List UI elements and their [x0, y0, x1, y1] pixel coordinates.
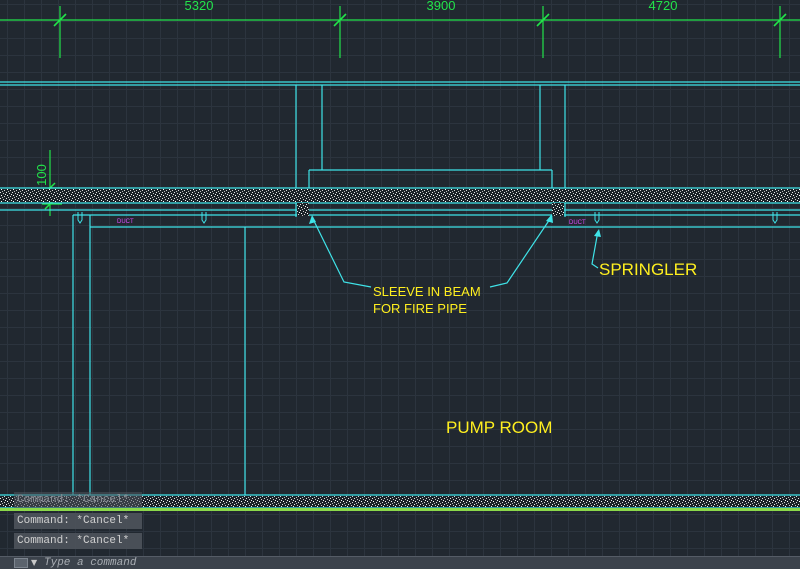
- dimension-label: 3900: [427, 0, 456, 13]
- duct-label: DUCT: [117, 219, 134, 225]
- command-input[interactable]: [44, 557, 784, 569]
- dimension-label: 4720: [649, 0, 678, 13]
- sprinkler-icon: [77, 212, 778, 224]
- command-history-line: Command: *Cancel*: [14, 492, 142, 508]
- command-history-line: Command: *Cancel*: [14, 533, 142, 549]
- note-sprinkler: SPRINGLER: [599, 260, 697, 279]
- model-viewport[interactable]: 5320 3900 4720 100 DUCT DUCT SLEEVE IN B…: [0, 0, 800, 569]
- command-history-line: Command: *Cancel*: [14, 513, 142, 529]
- dimension-label: 5320: [185, 0, 214, 13]
- note-sleeve-line1: SLEEVE IN BEAM: [373, 284, 481, 299]
- command-customize-button[interactable]: [14, 558, 28, 568]
- cad-drawing[interactable]: 5320 3900 4720 100 DUCT DUCT SLEEVE IN B…: [0, 0, 800, 569]
- room-label: PUMP ROOM: [446, 418, 552, 437]
- note-sleeve-line2: FOR FIRE PIPE: [373, 301, 467, 316]
- concrete-beam: [552, 203, 564, 216]
- floor-finish-line: [0, 508, 800, 511]
- vertical-dimension-label: 100: [34, 164, 49, 186]
- dimension-chain: [0, 6, 800, 58]
- concrete-slab: [0, 189, 800, 202]
- command-line: ▼: [0, 556, 800, 569]
- chevron-down-icon[interactable]: ▼: [31, 557, 37, 569]
- leader-arrow: [309, 214, 601, 237]
- concrete-beam: [297, 203, 309, 216]
- duct-label: DUCT: [569, 220, 586, 226]
